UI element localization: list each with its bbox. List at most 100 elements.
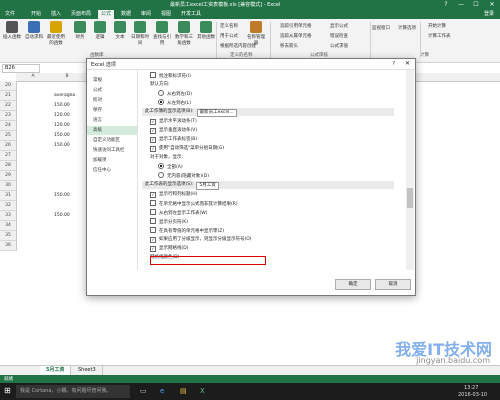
option-row[interactable]: 在单元格中显示公式而非其计算结果(R) [150, 200, 238, 207]
checkbox-checked[interactable]: ✓ [150, 192, 156, 198]
ribbon-button-0[interactable]: 插入函数 [2, 21, 22, 40]
option-row[interactable]: ✓ 显示行和列标题(H) [150, 191, 197, 198]
options-nav-item[interactable]: 自定义功能区 [87, 136, 137, 145]
tab-review[interactable]: 审阅 [138, 10, 154, 19]
option-row[interactable]: ✓ 显示网格线(D) [150, 245, 188, 252]
checkbox-checked[interactable]: ✓ [150, 137, 156, 143]
ribbon-button-4[interactable]: 逻辑 [90, 21, 110, 40]
maximize-icon[interactable]: ☐ [470, 0, 482, 9]
tab-view[interactable]: 视图 [158, 10, 174, 19]
radio-selected[interactable] [158, 99, 164, 105]
checkbox-checked[interactable]: ✓ [150, 237, 156, 243]
row-header[interactable]: 25 [0, 131, 17, 141]
ribbon-small-button-2[interactable]: 根据所选内容创建 [220, 43, 256, 49]
scrollbar-thumb[interactable] [407, 188, 413, 208]
radio-unselected[interactable] [158, 90, 164, 96]
row-header[interactable]: 30 [0, 181, 17, 191]
ribbon-button-9[interactable]: 其他函数 [196, 21, 216, 40]
ribbon-small-button-10[interactable]: 计算选项 [398, 25, 416, 31]
option-row[interactable]: ✓ 显示工作表标签(B) [150, 136, 197, 143]
options-nav-item[interactable]: 公式 [87, 86, 137, 95]
tab-formulas[interactable]: 公式 [98, 10, 115, 19]
ribbon-button-3[interactable]: 财务 [70, 21, 90, 40]
ribbon-small-button-6[interactable]: 显示公式 [330, 23, 348, 29]
cell-value[interactable]: 150.00 [54, 103, 70, 108]
ribbon-button-7[interactable]: 查找与引用 [152, 21, 172, 46]
cortana-search-input[interactable]: 我是 Cortana，小娜。有问题尽管问我。 [16, 385, 130, 398]
option-row[interactable]: ✓ 如果应用了分级显示，则显示分级显示符号(O) [150, 236, 252, 243]
options-nav-item[interactable]: 加载项 [87, 156, 137, 165]
checkbox-checked[interactable]: ✓ [150, 246, 156, 252]
row-header[interactable]: 21 [0, 91, 17, 101]
option-row[interactable]: 从左到右(L) [158, 99, 191, 106]
tab-page-layout[interactable]: 页面布局 [68, 10, 94, 19]
checkbox-checked[interactable]: ✓ [150, 119, 156, 125]
options-nav-item[interactable]: 保存 [87, 106, 137, 115]
name-box[interactable]: B26 [2, 64, 40, 73]
ok-button[interactable]: 确定 [335, 279, 371, 290]
options-nav-item[interactable]: 语言 [87, 116, 137, 125]
checkbox-unchecked[interactable] [150, 218, 156, 224]
option-row[interactable]: 批注和标识符(I) [150, 72, 191, 79]
cell-value[interactable]: 150.00 [54, 213, 70, 218]
excel-taskbar-icon[interactable]: X [200, 387, 205, 395]
ribbon-small-button-0[interactable]: 定义名称 [220, 23, 238, 29]
tab-home[interactable]: 开始 [28, 10, 44, 19]
row-header[interactable]: 33 [0, 211, 17, 221]
task-view-icon[interactable]: ▭ [140, 387, 147, 395]
ribbon-button-6[interactable]: 日期和时间 [130, 21, 150, 46]
checkbox-unchecked[interactable] [150, 209, 156, 215]
options-nav-item[interactable]: 高级 [87, 126, 137, 135]
radio-selected[interactable] [158, 163, 164, 169]
checkbox-unchecked[interactable] [150, 72, 156, 78]
options-nav-item[interactable]: 校对 [87, 96, 137, 105]
cell-value[interactable]: 120.00 [54, 123, 70, 128]
tab-insert[interactable]: 插入 [48, 10, 64, 19]
login-link[interactable]: 登录 [484, 10, 494, 19]
option-row[interactable]: ✓ 显示水平滚动条(T) [150, 118, 197, 125]
row-header[interactable]: 35 [0, 231, 17, 241]
ribbon-small-button-1[interactable]: 用于公式 [220, 33, 238, 39]
ribbon-small-button-11[interactable]: 开始计算 [428, 23, 446, 29]
checkbox-checked[interactable]: ✓ [150, 128, 156, 134]
tab-file[interactable]: 文件 [2, 10, 18, 19]
options-nav-item[interactable]: 快速访问工具栏 [87, 146, 137, 155]
ribbon-small-button-7[interactable]: 错误检查 [330, 33, 348, 39]
edge-icon[interactable]: e [160, 387, 164, 395]
tab-developer[interactable]: 开发工具 [178, 10, 204, 19]
row-header[interactable]: 32 [0, 201, 17, 211]
row-header[interactable]: 27 [0, 151, 17, 161]
ribbon-button-8[interactable]: 数学和三角函数 [174, 21, 194, 46]
row-header[interactable]: 24 [0, 121, 17, 131]
option-row[interactable]: 显示分页符(K) [150, 218, 188, 225]
row-header[interactable]: 22 [0, 101, 17, 111]
row-header[interactable]: 28 [0, 161, 17, 171]
row-header[interactable]: 20 [0, 81, 17, 91]
checkbox-checked[interactable]: ✓ [150, 146, 156, 152]
sheet-tab-sheet3[interactable]: Sheet3 [72, 366, 103, 375]
column-header[interactable]: B [50, 73, 85, 82]
checkbox-unchecked[interactable] [150, 200, 156, 206]
options-scrollbar[interactable] [406, 70, 414, 270]
row-header[interactable]: 23 [0, 111, 17, 121]
row-header[interactable]: 29 [0, 171, 17, 181]
ribbon-small-button-9[interactable]: 监视窗口 [372, 25, 390, 31]
tab-data[interactable]: 数据 [118, 10, 134, 19]
dialog-close-icon[interactable]: ✕ [405, 60, 410, 67]
windows-start-icon[interactable]: ⊞ [4, 386, 11, 395]
checkbox-unchecked[interactable] [150, 227, 156, 233]
column-header[interactable]: A [16, 73, 51, 82]
option-row[interactable]: 从右到左显示工作表(W) [150, 209, 207, 216]
help-icon[interactable]: ? [440, 0, 452, 9]
cell-value[interactable]: averagea [54, 93, 75, 98]
close-icon[interactable]: ✕ [486, 0, 498, 9]
options-nav-item[interactable]: 信任中心 [87, 166, 137, 175]
ribbon-small-button-12[interactable]: 计算工作表 [428, 33, 451, 39]
ribbon-button-1[interactable]: 自动求和 [24, 21, 44, 40]
cell-value[interactable]: 150.00 [54, 133, 70, 138]
radio-unselected[interactable] [158, 172, 164, 178]
ribbon-button-5[interactable]: 文本 [110, 21, 130, 40]
option-row[interactable]: ✓ 显示垂直滚动条(V) [150, 127, 197, 134]
option-row[interactable]: 全部(A) [158, 163, 183, 170]
row-header[interactable]: 31 [0, 191, 17, 201]
